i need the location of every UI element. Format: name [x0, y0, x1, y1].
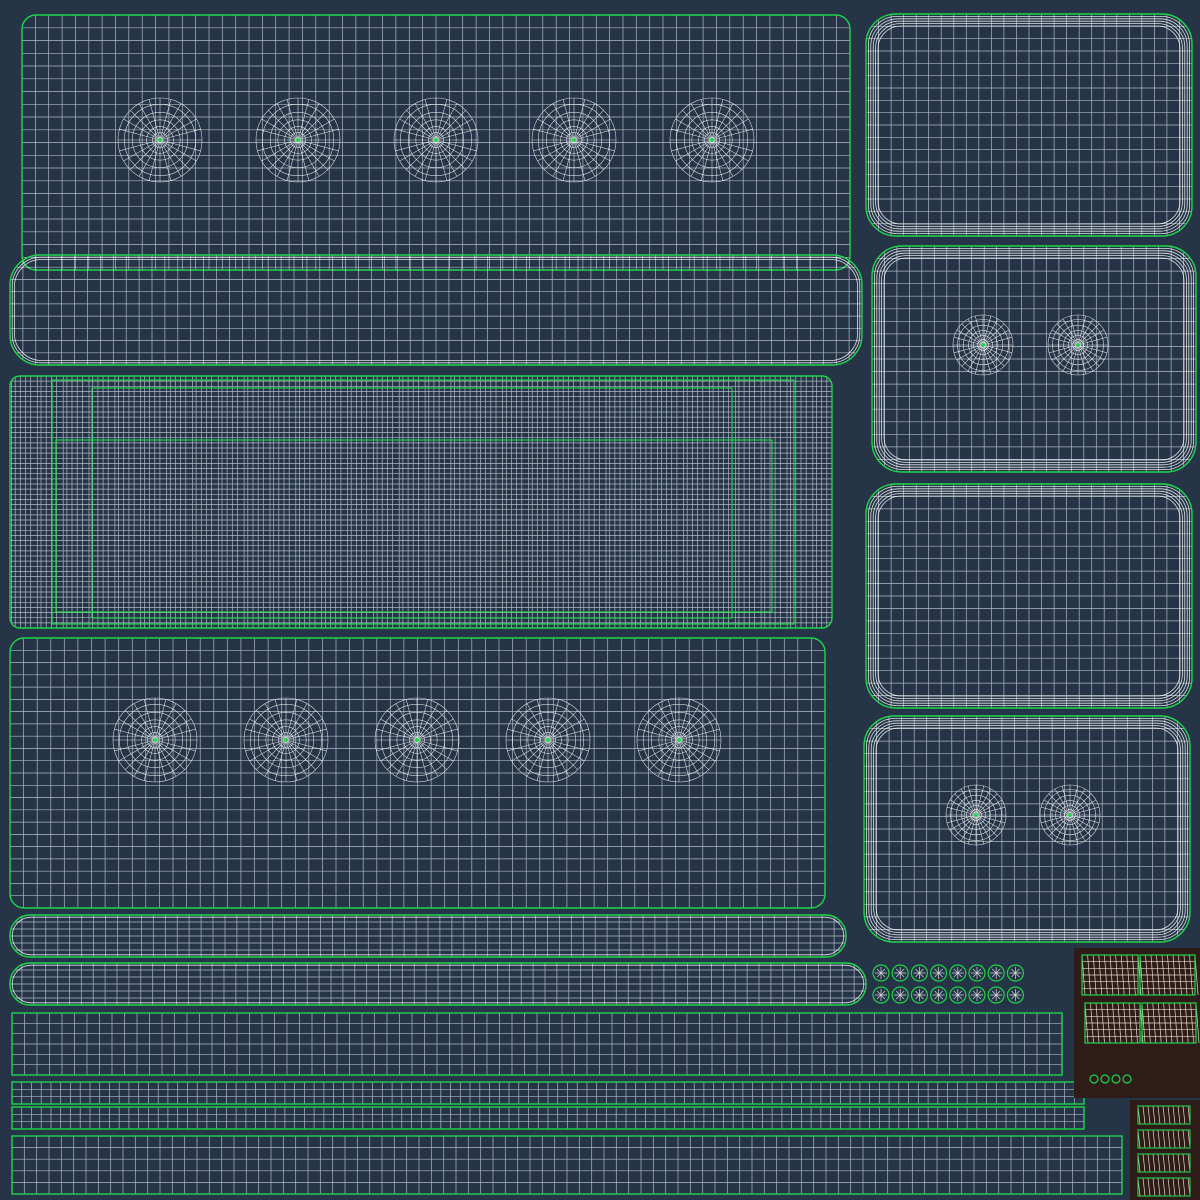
tuft-pinch-back-4 [531, 97, 617, 183]
tuft-pinch-back-3 [393, 97, 479, 183]
tuft-pinch-back-1 [117, 97, 203, 183]
uv-island-sofa-seat-wire [10, 638, 825, 908]
uv-layout-canvas [0, 0, 1200, 1200]
tuft-pinch-seat-4 [505, 697, 591, 783]
uv-island-feet-column [1130, 1100, 1200, 1200]
uv-island-sofa-back [21, 14, 851, 271]
tuft-pinch-seat-2 [243, 697, 329, 783]
tuft-pinch-seat-1 [112, 697, 198, 783]
tuft-pinch-back-2 [255, 97, 341, 183]
tuft-pinch-back-5 [669, 97, 755, 183]
uv-background [0, 0, 1200, 1200]
tuft-pinch-c4-2 [1039, 784, 1101, 846]
tuft-pinch-c2-1 [952, 314, 1014, 376]
tuft-pinch-seat-5 [636, 697, 722, 783]
tuft-pinch-c2-2 [1047, 314, 1109, 376]
uv-island-sofa-seat [9, 637, 826, 909]
tuft-pinch-c4-1 [945, 784, 1007, 846]
uv-island-legs-patch [1074, 948, 1200, 1098]
tuft-pinch-seat-3 [374, 697, 460, 783]
